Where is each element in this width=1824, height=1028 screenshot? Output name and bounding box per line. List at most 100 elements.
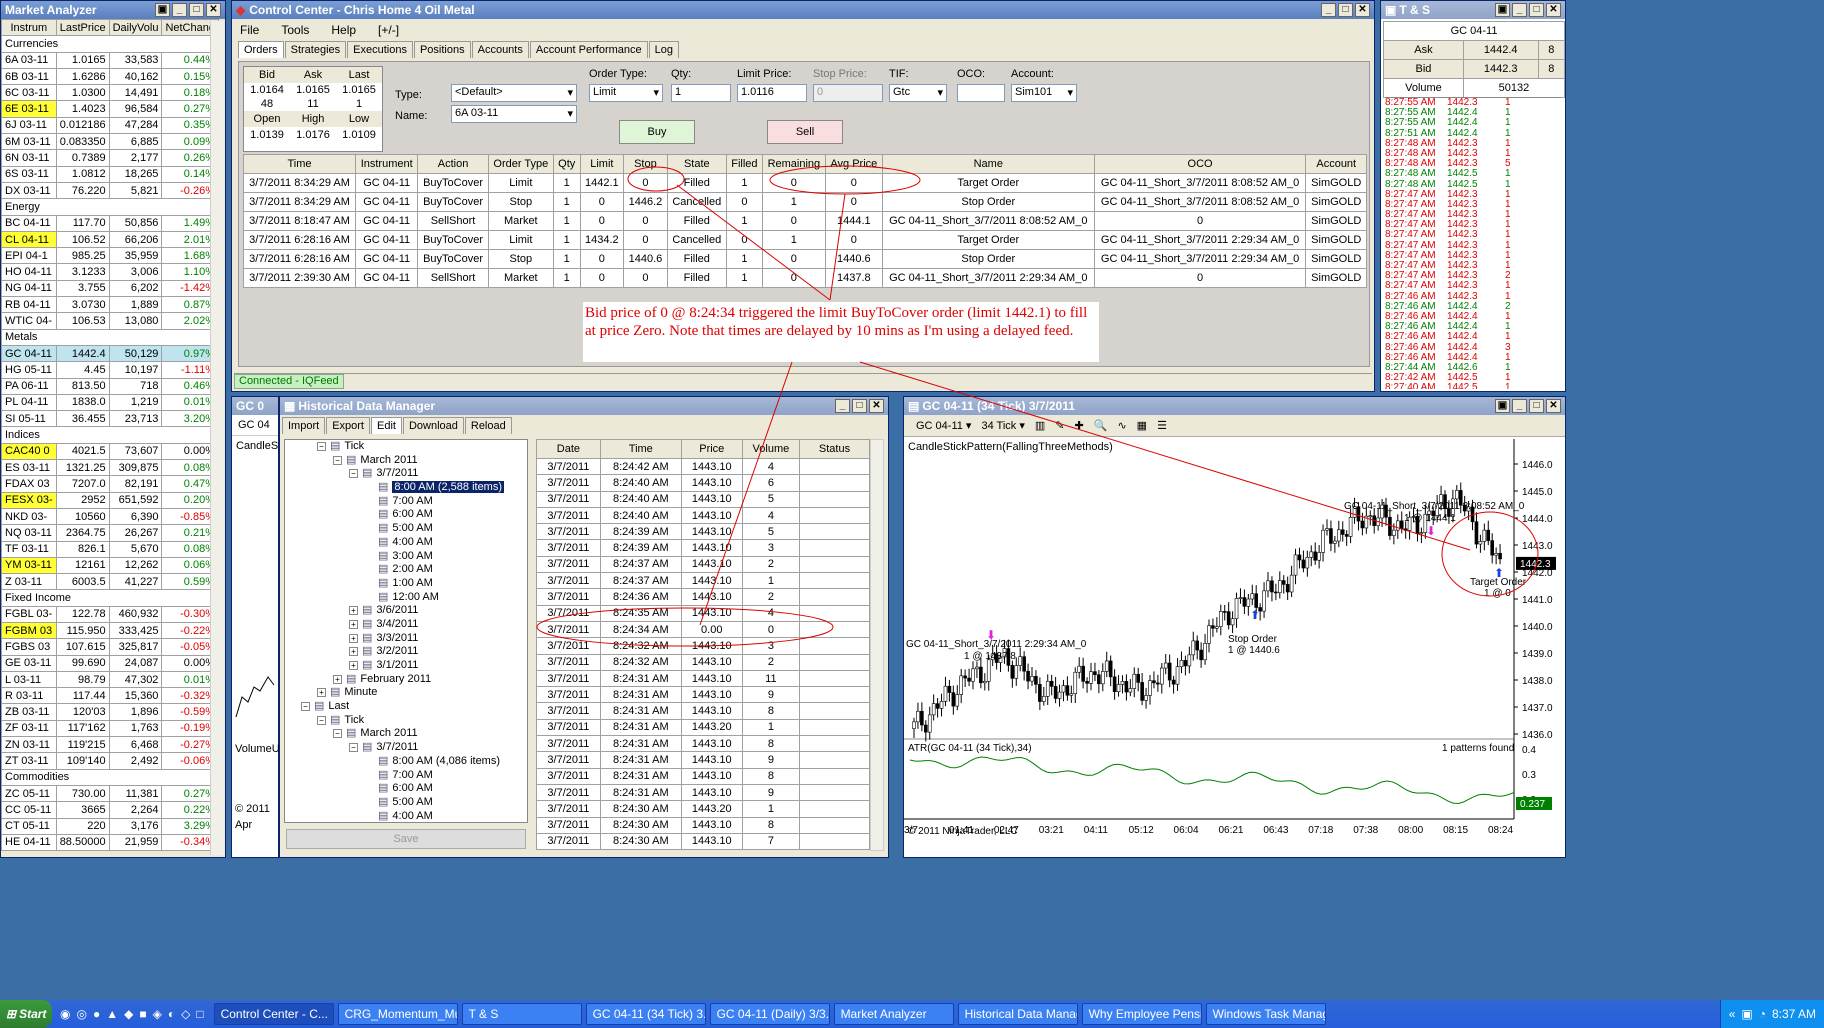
table-row[interactable]: 3/7/2011 8:24:30 AM 1443.10 8: [536, 816, 870, 834]
table-row[interactable]: 3/7/2011 8:24:40 AM 1443.10 6: [536, 474, 870, 492]
properties-icon[interactable]: ☰: [1157, 419, 1167, 432]
behind-tab[interactable]: GC 04: [232, 415, 278, 436]
tab-accounts[interactable]: Accounts: [471, 41, 529, 58]
minimize-icon[interactable]: _: [1512, 399, 1527, 413]
tree-node[interactable]: − ▤ 3/7/2011: [285, 467, 527, 481]
table-row[interactable]: ZC 05-11 730.00 11,381 0.27%: [1, 784, 219, 803]
taskbar-item[interactable]: Historical Data Manager: [957, 1003, 1078, 1025]
volume-icon[interactable]: ◔: [1759, 1007, 1766, 1021]
tree-node[interactable]: + ▤ 3/1/2011: [285, 659, 527, 673]
tree-node[interactable]: ▤ 2:00 AM: [285, 563, 527, 577]
table-row[interactable]: ZB 03-11 120'03 1,896 -0.59%: [1, 703, 219, 721]
table-row[interactable]: GE 03-11 99.690 24,087 0.00%: [1, 654, 219, 672]
table-row[interactable]: CAC40 0 4021.5 73,607 0.00%: [1, 442, 219, 461]
table-row[interactable]: 3/7/2011 8:24:32 AM 1443.10 2: [536, 653, 870, 671]
collapse-icon[interactable]: −: [317, 442, 326, 451]
table-row[interactable]: 6S 03-11 1.0812 18,265 0.14%: [1, 165, 219, 183]
tree-node[interactable]: ▤ 6:00 AM: [285, 508, 527, 522]
tab-orders[interactable]: Orders: [238, 41, 284, 58]
instrument-select[interactable]: GC 04-11 ▾: [916, 419, 971, 432]
expand-icon[interactable]: +: [349, 633, 358, 643]
table-row[interactable]: RB 04-11 3.0730 1,889 0.87%: [1, 296, 219, 314]
tree-node[interactable]: ▤ 1:00 AM: [285, 577, 527, 591]
tree-node[interactable]: ▤ 6:00 AM: [285, 782, 527, 796]
tab-log[interactable]: Log: [648, 41, 679, 58]
quicklaunch-icon[interactable]: ◆: [124, 1007, 133, 1021]
column-header[interactable]: Time: [599, 439, 682, 459]
expand-icon[interactable]: +: [349, 661, 358, 670]
table-row[interactable]: NQ 03-11 2364.75 26,267 0.21%: [1, 524, 219, 542]
quicklaunch-icon[interactable]: ▲: [106, 1007, 118, 1021]
table-row[interactable]: 3/7/2011 6:28:16 AM GC 04-11 BuyToCover Sto…: [242, 249, 1367, 269]
taskbar-item[interactable]: Windows Task Manager: [1205, 1003, 1326, 1025]
market-analyzer-titlebar[interactable]: Market Analyzer ▣ _ □ ✕: [1, 1, 225, 19]
taskbar-item[interactable]: GC 04-11 (34 Tick) 3...: [585, 1003, 706, 1025]
quicklaunch-icon[interactable]: ●: [93, 1007, 100, 1021]
table-row[interactable]: TF 03-11 826.1 5,670 0.08%: [1, 540, 219, 558]
table-row[interactable]: Energy: [1, 198, 219, 216]
column-header[interactable]: Account: [1305, 154, 1367, 174]
buy-button[interactable]: Buy: [619, 120, 695, 144]
maximize-icon[interactable]: □: [1529, 399, 1544, 413]
table-row[interactable]: 3/7/2011 8:18:47 AM GC 04-11 SellShort Mark…: [242, 211, 1367, 231]
collapse-icon[interactable]: −: [349, 469, 358, 479]
tree-node[interactable]: − ▤ Last: [285, 700, 527, 714]
type-select[interactable]: <Default> ▾: [451, 84, 577, 102]
strategies-icon[interactable]: ▦: [1137, 419, 1147, 432]
table-row[interactable]: 3/7/2011 8:24:31 AM 1443.10 8: [536, 735, 870, 753]
table-row[interactable]: PL 04-11 1838.0 1,219 0.01%: [1, 393, 219, 412]
table-row[interactable]: NKD 03- 10560 6,390 -0.85%: [1, 507, 219, 526]
tree-node[interactable]: ▤ 7:00 AM: [285, 769, 527, 783]
table-row[interactable]: HO 04-11 3.1233 3,006 1.10%: [1, 263, 219, 281]
table-row[interactable]: 3/7/2011 8:24:34 AM 0.00 0: [536, 620, 870, 639]
table-row[interactable]: Indices: [1, 426, 219, 444]
maximize-icon[interactable]: □: [852, 399, 867, 413]
vertical-scrollbar[interactable]: [210, 21, 224, 855]
table-row[interactable]: 3/7/2011 8:24:37 AM 1443.10 2: [536, 555, 870, 574]
column-header[interactable]: Remaining: [761, 154, 826, 174]
table-row[interactable]: 3/7/2011 8:24:35 AM 1443.10 4: [536, 604, 870, 622]
tree-node[interactable]: + ▤ February 2011: [285, 673, 527, 687]
table-row[interactable]: R 03-11 117.44 15,360 -0.32%: [1, 687, 219, 705]
name-select[interactable]: 6A 03-11 ▾: [451, 105, 577, 123]
column-header[interactable]: Qty: [552, 154, 581, 174]
table-row[interactable]: Z 03-11 6003.5 41,227 0.59%: [1, 573, 219, 591]
tree-node[interactable]: ▤ 12:00 AM: [285, 591, 527, 605]
table-row[interactable]: 6A 03-11 1.0165 33,583 0.44%: [1, 51, 219, 69]
close-icon[interactable]: ✕: [206, 3, 221, 17]
maximize-icon[interactable]: □: [1529, 3, 1544, 17]
collapse-icon[interactable]: −: [349, 743, 358, 753]
tree-node[interactable]: − ▤ March 2011: [285, 727, 527, 741]
taskbar-item[interactable]: CRG_Momentum_Mul...: [337, 1003, 458, 1025]
table-row[interactable]: 3/7/2011 8:24:31 AM 1443.10 9: [536, 751, 870, 769]
table-row[interactable]: BC 04-11 117.70 50,856 1.49%: [1, 214, 219, 232]
table-row[interactable]: HE 04-11 88.50000 21,959 -0.34%: [1, 833, 219, 852]
start-button[interactable]: ⊞ Start: [0, 1000, 52, 1028]
pin-icon[interactable]: ▣: [1495, 399, 1510, 413]
table-row[interactable]: ZF 03-11 117'162 1,763 -0.19%: [1, 719, 219, 738]
table-row[interactable]: 3/7/2011 8:34:29 AM GC 04-11 BuyToCover Sto…: [242, 192, 1367, 212]
table-row[interactable]: NG 04-11 3.755 6,202 -1.42%: [1, 279, 219, 298]
column-header[interactable]: Status: [799, 439, 870, 459]
crosshair-icon[interactable]: ✚: [1075, 419, 1084, 432]
tab-account-performance[interactable]: Account Performance: [529, 41, 648, 58]
table-row[interactable]: ZT 03-11 109'140 2,492 -0.06%: [1, 752, 219, 770]
minimize-icon[interactable]: _: [835, 399, 850, 413]
quicklaunch-icon[interactable]: ◈: [153, 1007, 162, 1021]
limit-price-stepper[interactable]: 1.0116: [737, 84, 807, 102]
table-row[interactable]: 3/7/2011 8:24:31 AM 1443.10 11: [536, 669, 870, 688]
menu-item[interactable]: File: [240, 23, 259, 37]
minimize-icon[interactable]: _: [1512, 3, 1527, 17]
table-row[interactable]: 3/7/2011 8:24:39 AM 1443.10 5: [536, 523, 870, 541]
tif-select[interactable]: Gtc ▾: [889, 84, 947, 102]
collapse-icon[interactable]: −: [301, 702, 310, 712]
control-center-titlebar[interactable]: ◆ Control Center - Chris Home 4 Oil Meta…: [232, 1, 1374, 19]
collapse-icon[interactable]: −: [333, 729, 342, 739]
tree-node[interactable]: − ▤ March 2011: [285, 454, 527, 468]
quicklaunch-icon[interactable]: ◎: [76, 1007, 86, 1021]
column-header[interactable]: Name: [881, 154, 1095, 174]
table-row[interactable]: 6M 03-11 0.083350 6,885 0.09%: [1, 133, 219, 151]
quicklaunch-icon[interactable]: □: [196, 1007, 203, 1021]
draw-tool-icon[interactable]: ✎: [1055, 419, 1064, 432]
table-row[interactable]: FESX 03- 2952 651,592 0.20%: [1, 491, 219, 509]
